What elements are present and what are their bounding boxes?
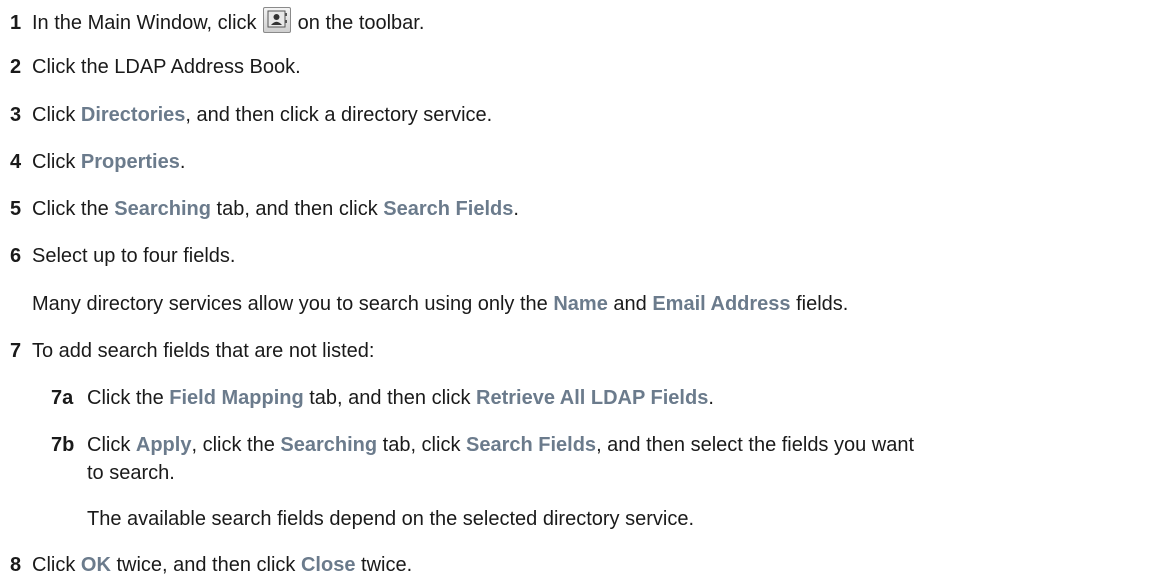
- ui-term-field-mapping: Field Mapping: [169, 387, 304, 409]
- step-7b-note: The available search fields depend on th…: [87, 506, 694, 532]
- note-text: Many directory services allow you to sea…: [32, 293, 554, 315]
- step-5: 5 Click the Searching tab, and then click…: [10, 196, 519, 222]
- step-text: Click the LDAP Address Book.: [32, 56, 301, 78]
- step-2: 2 Click the LDAP Address Book.: [10, 54, 301, 80]
- step-number: 5: [10, 198, 22, 220]
- note-text: fields.: [790, 293, 849, 315]
- step-number: 8: [10, 554, 22, 576]
- step-7: 7 To add search fields that are not liste…: [10, 338, 374, 364]
- address-book-icon: [263, 7, 292, 33]
- step-text: Click the: [87, 387, 170, 409]
- step-text: tab, and then click: [210, 198, 384, 220]
- step-number: 7a: [51, 387, 74, 409]
- step-text: to search.: [87, 462, 175, 484]
- step-number: 1: [10, 12, 22, 34]
- step-number: 7: [10, 340, 22, 362]
- ui-term-search-fields: Search Fields: [466, 434, 597, 456]
- step-text: In the Main Window, click: [32, 12, 263, 34]
- step-7b: 7b Click Apply, click the Searching tab, …: [51, 432, 914, 458]
- step-7a: 7a Click the Field Mapping tab, and then …: [51, 385, 714, 411]
- ui-term-searching: Searching: [280, 434, 378, 456]
- step-number: 6: [10, 245, 22, 267]
- step-text: Click: [87, 434, 136, 456]
- step-text: twice, and then click: [110, 554, 301, 576]
- step-text: , and then select the fields you want: [596, 434, 915, 456]
- step-1: 1 In the Main Window, click on the toolba…: [10, 7, 424, 36]
- ui-term-close: Close: [300, 554, 356, 576]
- step-text: , and then click a directory service.: [185, 104, 493, 126]
- ui-term-retrieve-all-ldap-fields: Retrieve All LDAP Fields: [476, 387, 709, 409]
- instructions-document: 1 In the Main Window, click on the toolba…: [0, 0, 1167, 586]
- step-text: , click the: [191, 434, 281, 456]
- ui-term-ok: OK: [80, 554, 111, 576]
- step-7b-continuation: to search.: [87, 460, 175, 486]
- step-text: on the toolbar.: [292, 12, 425, 34]
- ui-term-searching: Searching: [114, 198, 211, 220]
- step-text: tab, and then click: [303, 387, 477, 409]
- step-text: Select up to four fields.: [32, 245, 236, 267]
- note-text: The available search fields depend on th…: [87, 508, 695, 530]
- ui-term-directories: Directories: [80, 104, 186, 126]
- note-text: and: [607, 293, 653, 315]
- step-6: 6 Select up to four fields.: [10, 243, 235, 269]
- step-4: 4 Click Properties.: [10, 149, 185, 175]
- step-number: 3: [10, 104, 22, 126]
- step-text: .: [179, 151, 186, 173]
- ui-term-properties: Properties: [80, 151, 180, 173]
- step-text: Click: [32, 151, 81, 173]
- step-3: 3 Click Directories, and then click a dir…: [10, 102, 492, 128]
- step-8: 8 Click OK twice, and then click Close tw…: [10, 552, 412, 578]
- ui-term-name: Name: [553, 293, 608, 315]
- step-number: 7b: [51, 434, 75, 456]
- step-text: .: [513, 198, 519, 220]
- step-text: tab, click: [377, 434, 466, 456]
- step-text: Click: [32, 104, 81, 126]
- step-text: .: [708, 387, 714, 409]
- step-number: 4: [10, 151, 22, 173]
- step-number: 2: [10, 56, 22, 78]
- step-6-note: Many directory services allow you to sea…: [32, 291, 848, 317]
- step-text: Click the: [32, 198, 115, 220]
- step-text: twice.: [355, 554, 413, 576]
- step-text: Click: [32, 554, 81, 576]
- ui-term-apply: Apply: [135, 434, 192, 456]
- ui-term-email-address: Email Address: [652, 293, 791, 315]
- step-text: To add search fields that are not listed…: [32, 340, 375, 362]
- ui-term-search-fields: Search Fields: [383, 198, 514, 220]
